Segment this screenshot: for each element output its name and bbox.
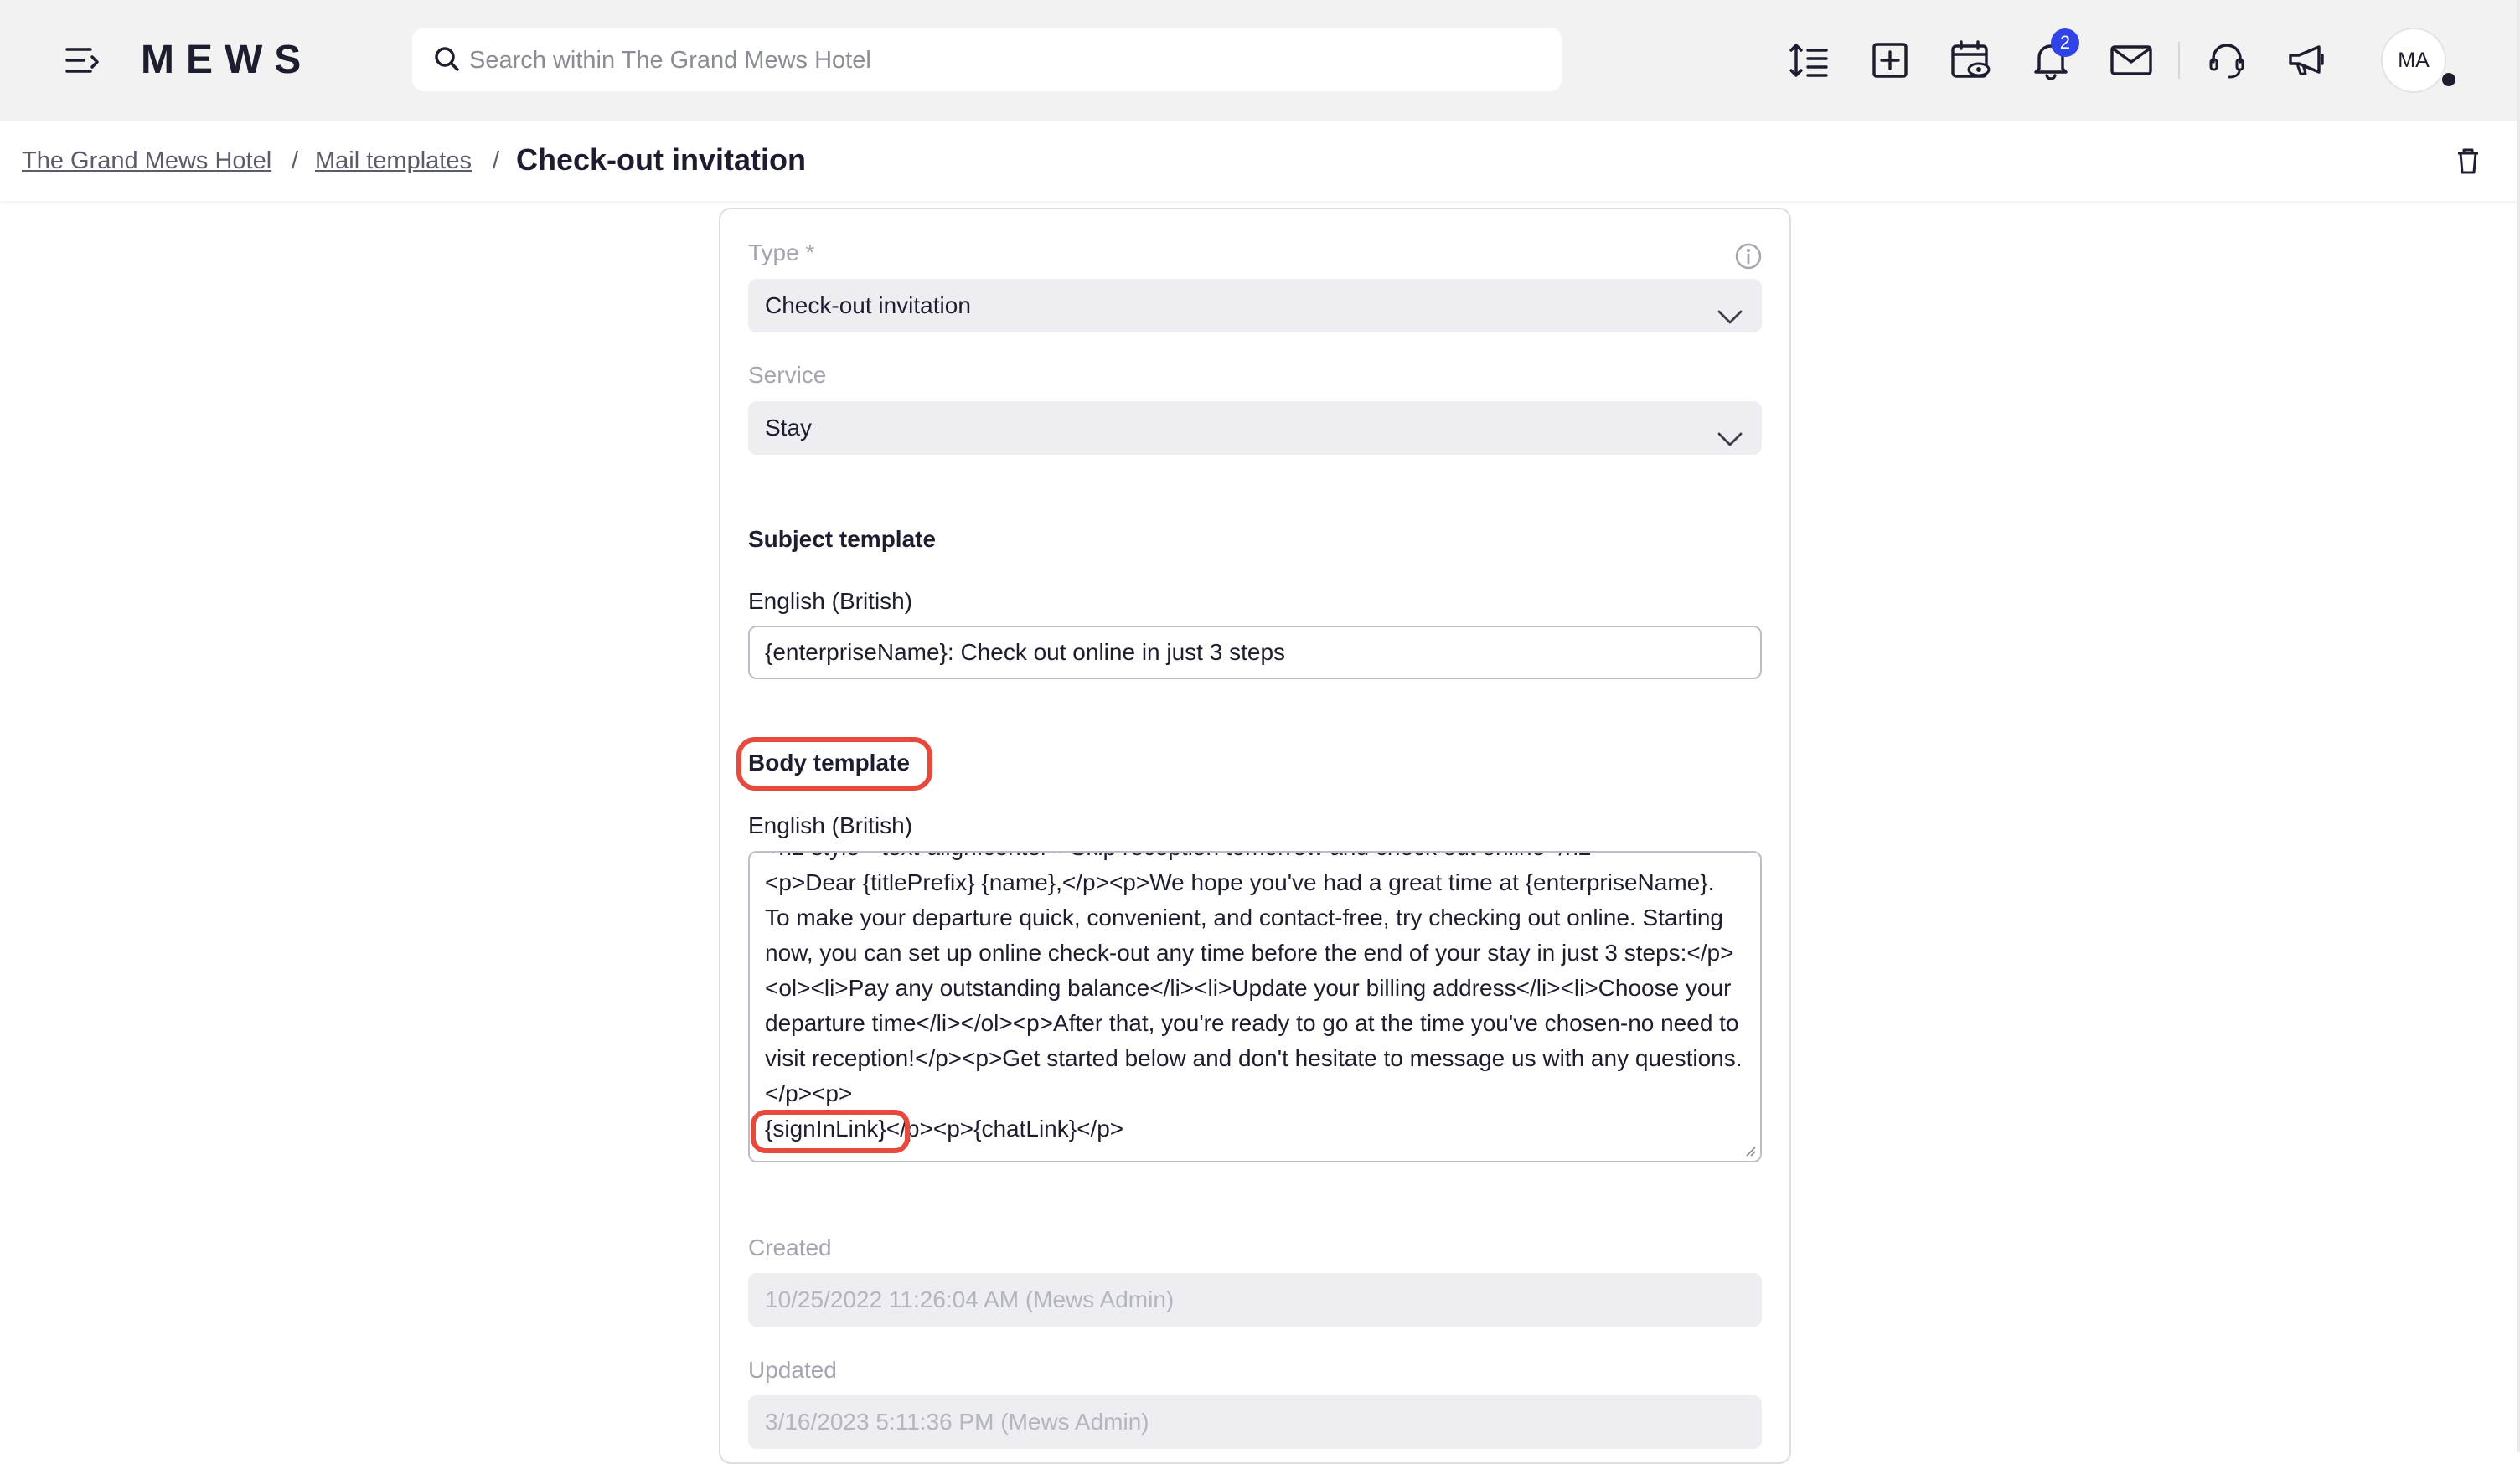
scrollbar-track[interactable]: [2517, 0, 2520, 1452]
body-language-label: English (British): [748, 812, 913, 838]
service-select-value: Stay: [765, 415, 813, 441]
service-select[interactable]: Stay: [748, 401, 1762, 455]
subject-input[interactable]: {enterpriseName}: Check out online in ju…: [748, 626, 1762, 679]
megaphone-icon[interactable]: [2284, 37, 2331, 84]
user-avatar[interactable]: MA: [2381, 28, 2446, 93]
type-label: Type *: [748, 240, 815, 265]
body-template-title: Body template: [748, 750, 910, 776]
breadcrumb-separator: /: [292, 147, 299, 174]
notification-count-badge: 2: [2051, 28, 2079, 57]
service-label: Service: [748, 362, 827, 388]
resize-handle-icon[interactable]: [1743, 1144, 1757, 1157]
top-bar: MEWS 2 MA: [0, 0, 2520, 121]
calendar-eye-icon[interactable]: [1947, 37, 1994, 84]
body-textarea-content: <h2 style="text-align:center">Skip recep…: [765, 853, 1743, 1142]
headset-icon[interactable]: [2203, 37, 2250, 84]
info-icon[interactable]: [1733, 241, 1763, 271]
subject-language-label: English (British): [748, 588, 913, 614]
sort-icon[interactable]: [1786, 37, 1833, 84]
menu-icon[interactable]: [60, 42, 102, 79]
subject-template-title: Subject template: [748, 526, 937, 552]
chevron-down-icon: [1717, 416, 1743, 446]
updated-field: 3/16/2023 5:11:36 PM (Mews Admin): [748, 1395, 1762, 1449]
type-select[interactable]: Check-out invitation: [748, 279, 1762, 332]
breadcrumb-separator: /: [493, 147, 500, 174]
breadcrumb-link-mail-templates[interactable]: Mail templates: [315, 146, 472, 176]
body-textarea[interactable]: <h2 style="text-align:center">Skip recep…: [748, 851, 1762, 1162]
search-bar[interactable]: [412, 28, 1562, 93]
page-title: Check-out invitation: [516, 142, 807, 177]
status-indicator: [2440, 70, 2458, 89]
mail-icon[interactable]: [2108, 37, 2155, 84]
mews-logo[interactable]: MEWS: [141, 39, 312, 82]
created-field: 10/25/2022 11:26:04 AM (Mews Admin): [748, 1273, 1762, 1327]
search-icon: [431, 43, 464, 76]
breadcrumb-bar: The Grand Mews Hotel / Mail templates / …: [0, 121, 2520, 201]
updated-label: Updated: [748, 1357, 837, 1383]
search-input[interactable]: [467, 28, 1543, 93]
created-label: Created: [748, 1235, 832, 1260]
breadcrumb-link-hotel[interactable]: The Grand Mews Hotel: [22, 146, 271, 176]
type-select-value: Check-out invitation: [765, 292, 971, 318]
trash-icon[interactable]: [2451, 144, 2485, 178]
add-icon[interactable]: [1867, 37, 1913, 84]
chevron-down-icon: [1717, 294, 1743, 324]
toolbar-divider: [2178, 42, 2180, 79]
